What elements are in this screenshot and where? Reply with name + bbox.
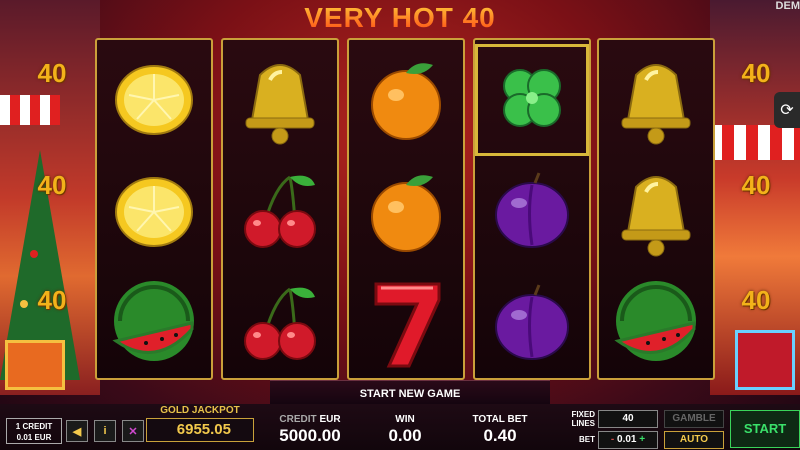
- bet-decrease-button[interactable]: -: [611, 434, 614, 445]
- line-number-right: 40: [741, 285, 771, 315]
- bell-icon: [599, 156, 713, 268]
- reel-2: [221, 38, 339, 380]
- credit-denomination[interactable]: 1 CREDIT 0.01 EUR: [6, 418, 62, 444]
- credit-denomination-line2: 0.01 EUR: [16, 433, 52, 442]
- auto-button[interactable]: AUTO: [664, 431, 724, 449]
- market-awning: [710, 125, 800, 160]
- demo-badge: DEM: [775, 0, 800, 12]
- line-number-right: 40: [741, 170, 771, 200]
- sound-button[interactable]: ◀: [66, 420, 88, 442]
- fixed-lines-label: FIXED LINES: [565, 410, 595, 428]
- speaker-icon: ◀: [72, 425, 82, 438]
- reel-4: [473, 38, 591, 380]
- fixed-lines-label-line1: FIXED: [571, 410, 595, 419]
- line-number-right: 40: [741, 58, 771, 88]
- line-number-left: 40: [37, 170, 67, 200]
- gift-box-icon: [735, 330, 795, 390]
- game-title: VERY HOT 40: [200, 2, 600, 36]
- cherry-icon: [223, 268, 337, 380]
- total-bet-value: 0.40: [483, 426, 517, 445]
- plum-icon: [475, 156, 589, 268]
- orange-icon: [349, 156, 463, 268]
- credit-label: CREDIT EUR: [270, 414, 350, 425]
- total-bet-label: TOTAL BET: [472, 414, 528, 425]
- orange-icon: [349, 44, 463, 156]
- bet-stepper: - 0.01 +: [598, 431, 658, 449]
- info-icon: i: [103, 425, 107, 437]
- reel-area: [95, 38, 715, 380]
- lemon-icon: [97, 156, 211, 268]
- fullscreen-icon: ✕: [128, 425, 138, 438]
- seven-icon: [349, 268, 463, 380]
- credit-currency: EUR: [319, 414, 341, 425]
- lemon-icon: [97, 44, 211, 156]
- credit-label-text: CREDIT: [279, 414, 317, 425]
- reel-5: [597, 38, 715, 380]
- restart-icon: ⟳: [780, 102, 794, 119]
- reel-1: [95, 38, 213, 380]
- ornament-icon: [30, 250, 38, 258]
- bet-value: 0.01: [617, 434, 637, 445]
- line-number-left: 40: [37, 285, 67, 315]
- bet-label: BET: [579, 435, 595, 444]
- plum-icon: [475, 268, 589, 380]
- reel-3: [347, 38, 465, 380]
- clover-icon: [475, 44, 589, 156]
- market-awning: [0, 95, 60, 125]
- info-button[interactable]: i: [94, 420, 116, 442]
- status-message: START NEW GAME: [270, 380, 550, 404]
- cherry-icon: [223, 156, 337, 268]
- credit-value: 5000.00: [279, 426, 341, 445]
- gift-box-icon: [5, 340, 65, 390]
- watermelon-icon: [97, 268, 211, 380]
- restart-button[interactable]: ⟳: [774, 92, 800, 128]
- start-button[interactable]: START: [730, 410, 800, 448]
- gamble-button[interactable]: GAMBLE: [664, 410, 724, 428]
- line-number-left: 40: [37, 58, 67, 88]
- watermelon-icon: [599, 268, 713, 380]
- jackpot-value: 6955.05: [146, 418, 254, 442]
- win-value: 0.00: [388, 426, 422, 445]
- bell-icon: [599, 44, 713, 156]
- bell-icon: [223, 44, 337, 156]
- jackpot-label: GOLD JACKPOT: [160, 405, 240, 416]
- win-label: WIN: [395, 414, 415, 425]
- fixed-lines-label-line2: LINES: [571, 419, 595, 428]
- fullscreen-button[interactable]: ✕: [122, 420, 144, 442]
- fixed-lines-value: 40: [598, 410, 658, 428]
- bet-increase-button[interactable]: +: [639, 434, 645, 445]
- credit-denomination-line1: 1 CREDIT: [15, 422, 53, 431]
